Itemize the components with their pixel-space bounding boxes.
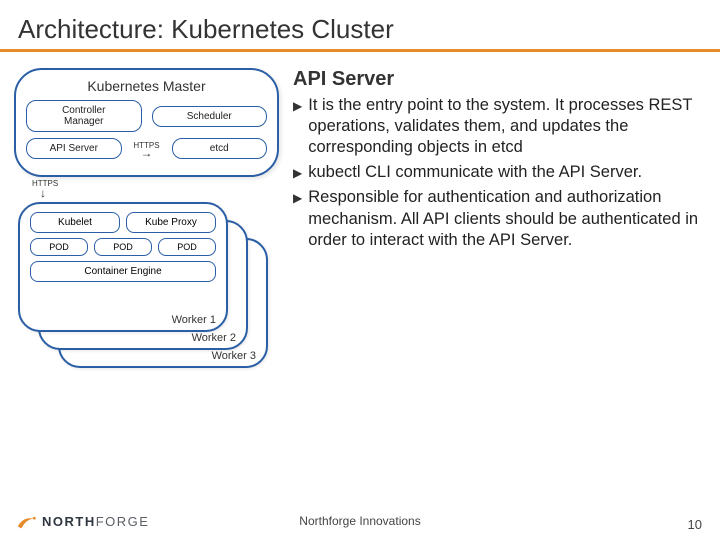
controller-manager-box: Controller Manager (26, 100, 142, 132)
https-arrow-down-icon: HTTPS (32, 179, 279, 198)
pod-box: POD (94, 238, 152, 256)
footer: NORTHFORGE Northforge Innovations (0, 510, 720, 532)
scheduler-box: Scheduler (152, 106, 268, 127)
bullet-item: ▶ kubectl CLI communicate with the API S… (293, 162, 706, 183)
worker-3-label: Worker 3 (212, 350, 256, 362)
footer-center-text: Northforge Innovations (299, 514, 420, 528)
worker-1-label: Worker 1 (172, 314, 216, 326)
kube-proxy-box: Kube Proxy (126, 212, 216, 233)
https-arrow-right-icon: HTTPS (132, 141, 162, 156)
bullet-text: Responsible for authentication and autho… (308, 187, 706, 250)
worker-stack: Worker 3 Worker 2 Kubelet Kube Proxy POD… (14, 200, 279, 375)
worker-1-box: Kubelet Kube Proxy POD POD POD Container… (18, 202, 228, 332)
slide-title: Architecture: Kubernetes Cluster (0, 0, 720, 49)
logo: NORTHFORGE (16, 510, 149, 532)
bullet-text: kubectl CLI communicate with the API Ser… (308, 162, 642, 183)
pod-box: POD (158, 238, 216, 256)
master-title: Kubernetes Master (26, 78, 267, 94)
master-box: Kubernetes Master Controller Manager Sch… (14, 68, 279, 177)
bullet-icon: ▶ (293, 95, 302, 158)
content-area: Kubernetes Master Controller Manager Sch… (0, 62, 720, 375)
diagram-column: Kubernetes Master Controller Manager Sch… (14, 68, 279, 375)
page-number: 10 (688, 517, 702, 532)
api-server-box: API Server (26, 138, 122, 159)
pod-box: POD (30, 238, 88, 256)
container-engine-box: Container Engine (30, 261, 216, 282)
detail-column: API Server ▶ It is the entry point to th… (279, 68, 706, 375)
bullet-text: It is the entry point to the system. It … (308, 95, 706, 158)
title-underline (0, 49, 720, 52)
bullet-item: ▶ Responsible for authentication and aut… (293, 187, 706, 250)
bullet-icon: ▶ (293, 187, 302, 250)
worker-2-label: Worker 2 (192, 332, 236, 344)
bullet-icon: ▶ (293, 162, 302, 183)
etcd-box: etcd (172, 138, 268, 159)
bullet-item: ▶ It is the entry point to the system. I… (293, 95, 706, 158)
logo-swoosh-icon (16, 510, 38, 532)
kubelet-box: Kubelet (30, 212, 120, 233)
logo-text: NORTHFORGE (42, 514, 149, 529)
detail-heading: API Server (293, 68, 706, 91)
